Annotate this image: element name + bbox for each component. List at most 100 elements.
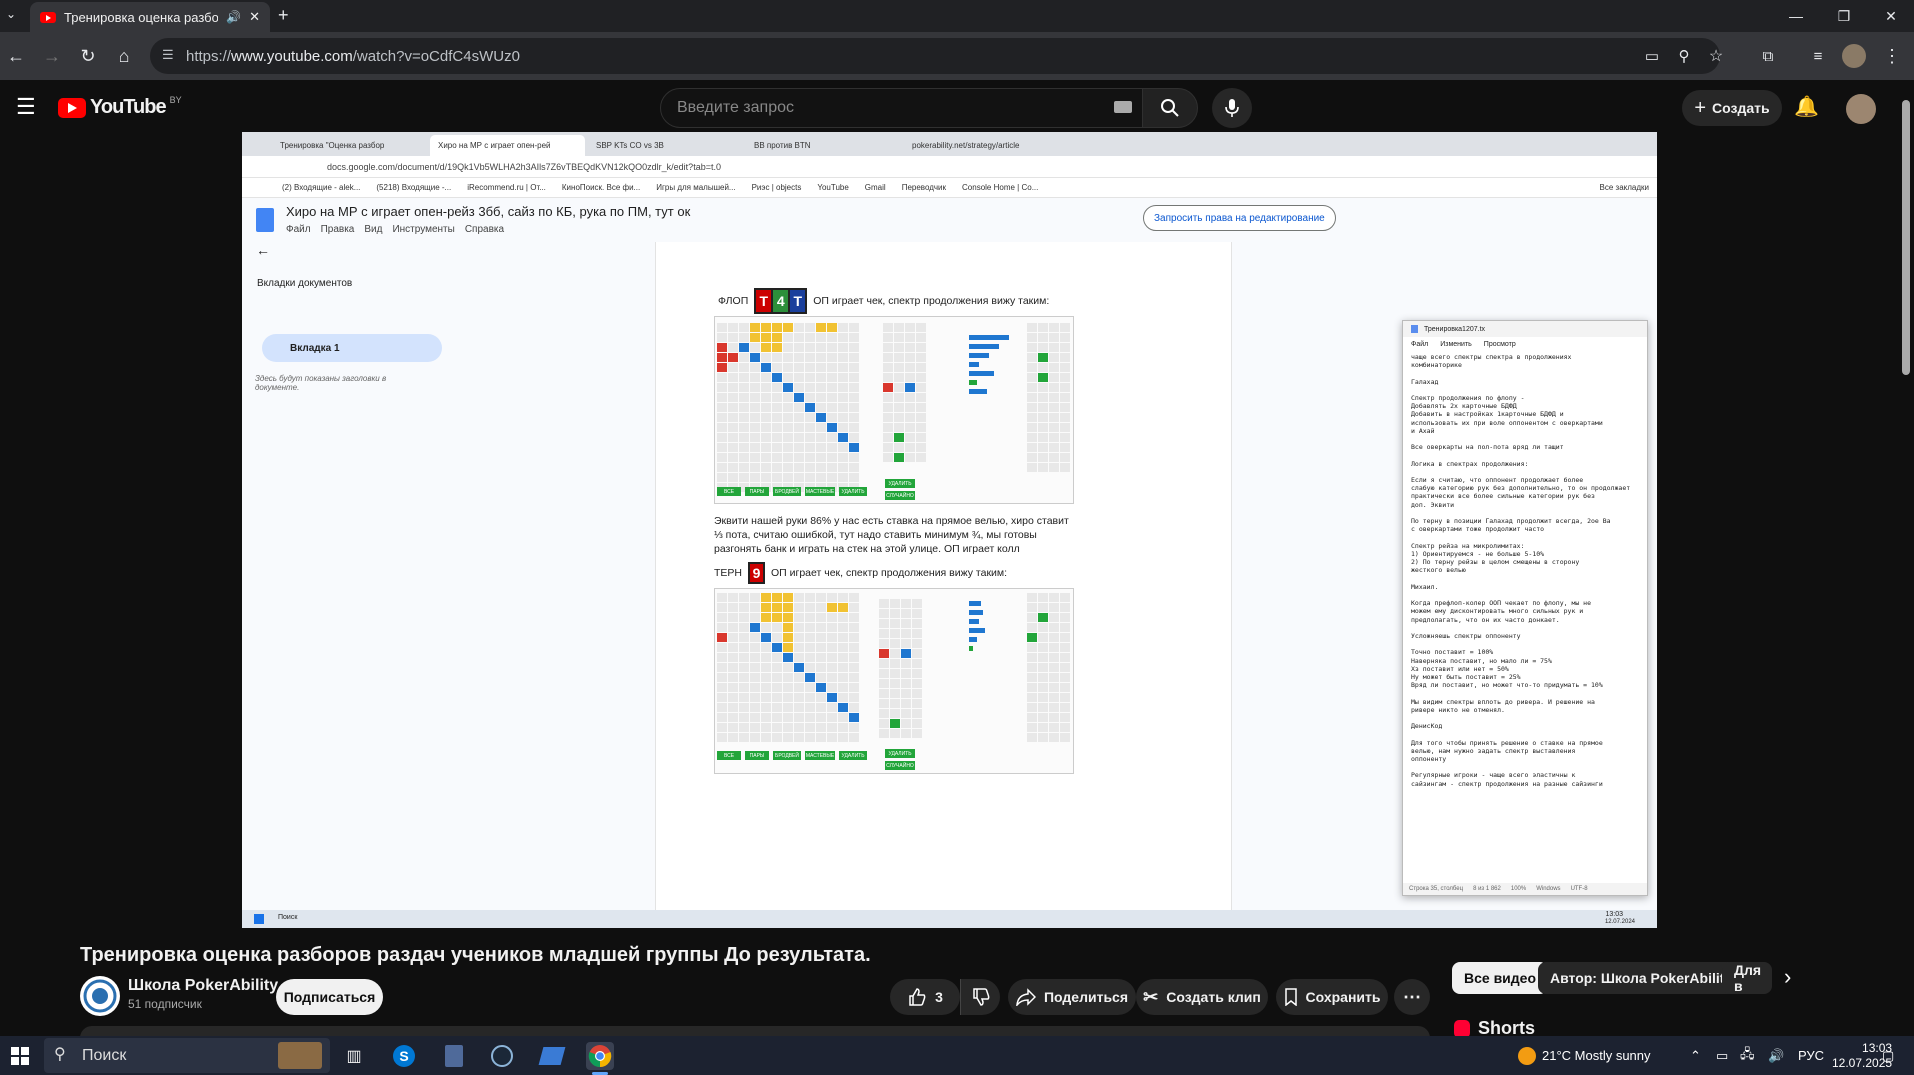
microphone-icon	[1225, 99, 1239, 117]
chrome-taskbar-icon[interactable]	[586, 1042, 614, 1070]
video-player[interactable]: Тренировка "Оценка разбор Хиро на МР с и…	[242, 132, 1657, 928]
create-button[interactable]: + Создать	[1682, 90, 1782, 126]
display-icon[interactable]: ▭	[1716, 1036, 1728, 1075]
range-cell	[739, 473, 749, 482]
range-cell	[783, 663, 793, 672]
like-button[interactable]: 3	[890, 979, 960, 1015]
range-cell	[717, 453, 727, 462]
speaker-icon[interactable]: 🔊	[226, 10, 241, 24]
range-cell	[816, 443, 826, 452]
range-cell	[1060, 673, 1070, 682]
range-cell	[728, 373, 738, 382]
range-cell	[838, 723, 848, 732]
range-cell	[728, 343, 738, 352]
media-control-icon[interactable]: ≡	[1806, 44, 1830, 68]
channel-name[interactable]: Школа PokerAbility	[128, 977, 278, 995]
notification-center-icon[interactable]: ▢	[1882, 1036, 1894, 1075]
doc-sidebar: ← Вкладки документов Вкладка 1 Здесь буд…	[252, 242, 572, 910]
voice-search-button[interactable]	[1212, 88, 1252, 128]
range-cell	[717, 723, 727, 732]
search-button[interactable]	[1142, 88, 1198, 128]
range-cell	[901, 619, 911, 628]
range-cell	[827, 733, 837, 742]
profile-avatar[interactable]	[1842, 44, 1866, 68]
reload-icon[interactable]: ↻	[76, 44, 100, 68]
range-cell	[750, 373, 760, 382]
close-window-button[interactable]: ✕	[1868, 0, 1914, 32]
taskbar-search[interactable]: ⚲ Поиск	[44, 1038, 330, 1073]
volume-icon[interactable]: 🔊	[1768, 1036, 1784, 1075]
search-input[interactable]: Введите запрос	[660, 88, 1143, 128]
range-cell	[916, 413, 926, 422]
bookmark: (5218) Входящие -...	[376, 183, 452, 192]
save-button[interactable]: Сохранить	[1276, 979, 1388, 1015]
tab-close-icon[interactable]: ✕	[249, 9, 260, 25]
language-indicator[interactable]: РУС	[1798, 1036, 1824, 1075]
range-cell	[750, 613, 760, 622]
install-app-icon[interactable]: ▭	[1640, 44, 1664, 68]
calculator-icon[interactable]	[440, 1042, 468, 1070]
range-cell	[750, 733, 760, 742]
hamburger-menu-icon[interactable]: ☰	[16, 94, 36, 120]
back-icon[interactable]: ←	[4, 44, 28, 68]
task-view-icon[interactable]: ▥	[340, 1042, 368, 1070]
tab-search-icon[interactable]: ⌄	[6, 7, 16, 21]
youtube-header: ☰ YouTube BY Введите запрос + Создать 🔔	[0, 80, 1914, 136]
page-scrollbar[interactable]	[1902, 100, 1910, 375]
range-cell	[912, 639, 922, 648]
range-cell	[890, 659, 900, 668]
range-cell	[838, 403, 848, 412]
share-button[interactable]: Поделиться	[1008, 979, 1136, 1015]
address-bar[interactable]: ☰ https://www.youtube.com/watch?v=oCdfC4…	[150, 38, 1720, 74]
range-cell	[905, 323, 915, 332]
range-cell	[717, 703, 727, 712]
new-tab-button[interactable]: +	[278, 5, 289, 26]
range-cell	[772, 723, 782, 732]
zoom-icon[interactable]: ⚲	[1672, 44, 1696, 68]
minimize-button[interactable]: —	[1773, 0, 1819, 32]
range-cell	[827, 353, 837, 362]
extensions-icon[interactable]: ⧉	[1756, 44, 1780, 68]
notifications-bell-icon[interactable]: 🔔	[1794, 94, 1819, 119]
chip-all-videos[interactable]: Все видео	[1452, 962, 1549, 994]
steam-icon[interactable]	[488, 1042, 516, 1070]
range-cell	[1038, 363, 1048, 372]
forward-icon[interactable]: →	[40, 44, 64, 68]
create-clip-button[interactable]: ✂ Создать клип	[1136, 979, 1268, 1015]
maximize-button[interactable]: ❐	[1821, 0, 1867, 32]
subscribe-button[interactable]: Подписаться	[276, 979, 383, 1015]
range-cell	[794, 383, 804, 392]
dislike-button[interactable]	[960, 979, 1000, 1015]
more-actions-button[interactable]: ⋯	[1394, 979, 1430, 1015]
chevron-right-icon[interactable]: ›	[1784, 964, 1791, 990]
range-cell	[901, 709, 911, 718]
range-cell	[717, 353, 727, 362]
windows-start-icon[interactable]	[6, 1042, 34, 1070]
home-icon[interactable]: ⌂	[112, 44, 136, 68]
chip-for-you[interactable]: Для в	[1722, 962, 1772, 994]
skype-icon[interactable]: S	[390, 1042, 418, 1070]
network-icon[interactable]: 🖧	[1740, 1036, 1755, 1075]
keyboard-icon[interactable]	[1114, 101, 1132, 113]
range-cell	[1060, 643, 1070, 652]
range-cell	[717, 423, 727, 432]
weather-widget[interactable]: 21°C Mostly sunny	[1518, 1036, 1651, 1075]
range-cell	[761, 343, 771, 352]
range-cell	[912, 629, 922, 638]
account-avatar[interactable]	[1846, 94, 1876, 124]
range-cell	[912, 699, 922, 708]
range-cell	[1027, 643, 1037, 652]
bookmark-star-icon[interactable]: ☆	[1704, 44, 1728, 68]
channel-avatar[interactable]	[80, 976, 120, 1016]
tray-chevron-icon[interactable]: ⌃	[1690, 1036, 1701, 1075]
browser-tab-youtube[interactable]: Тренировка оценка разбо 🔊 ✕	[30, 2, 270, 32]
range-cell	[901, 679, 911, 688]
pokerstars-icon[interactable]	[538, 1042, 566, 1070]
range-cell	[761, 723, 771, 732]
youtube-logo[interactable]: YouTube BY	[58, 95, 182, 119]
chrome-menu-icon[interactable]: ⋮	[1880, 44, 1904, 68]
range-cell	[794, 723, 804, 732]
range-cell	[1038, 603, 1048, 612]
site-info-icon[interactable]: ☰	[162, 47, 174, 63]
chip-author[interactable]: Автор: Школа PokerAbility	[1538, 962, 1745, 994]
